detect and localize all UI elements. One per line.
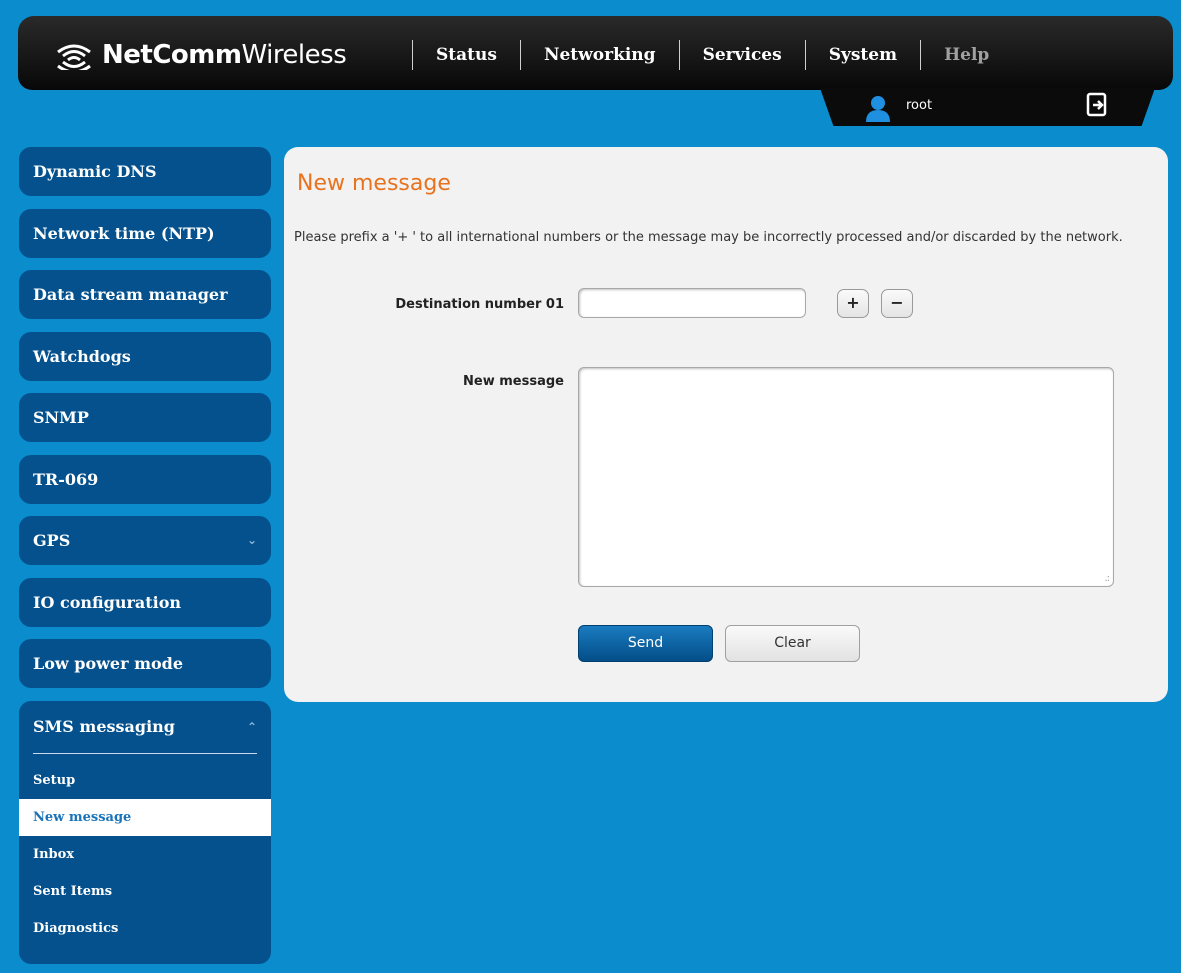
top-navigation-bar: NetComm Wireless Status Networking Servic…: [18, 16, 1173, 90]
logout-icon[interactable]: [1086, 92, 1110, 118]
page-title: New message: [297, 171, 451, 196]
sidebar-item-label: TR-069: [33, 469, 99, 489]
sidebar-item-gps[interactable]: GPS ⌄: [19, 516, 271, 565]
sidebar-item-network-time[interactable]: Network time (NTP): [19, 208, 271, 258]
international-number-note: Please prefix a '+ ' to all internationa…: [294, 230, 1123, 245]
sidebar-item-label: IO configuration: [33, 592, 182, 612]
brand-name-bold: NetComm: [102, 40, 242, 70]
sidebar-item-watchdogs[interactable]: Watchdogs: [19, 331, 271, 381]
main-panel: New message Please prefix a '+ ' to all …: [284, 147, 1168, 702]
wifi-logo-icon: [57, 44, 91, 70]
main-nav: Status Networking Services System Help: [412, 40, 1012, 70]
sidebar-subitem-new-message[interactable]: New message: [19, 798, 271, 836]
sidebar-item-io-configuration[interactable]: IO configuration: [19, 577, 271, 627]
sidebar-item-label: GPS: [33, 531, 71, 550]
sidebar-item-dynamic-dns[interactable]: Dynamic DNS: [19, 147, 271, 196]
user-bar: root: [820, 88, 1155, 126]
sidebar-item-label: SNMP: [33, 408, 89, 427]
netcomm-logo[interactable]: NetComm Wireless: [54, 38, 347, 72]
sidebar-group-sms-messaging: SMS messaging ⌃ Setup New message Inbox S…: [19, 700, 271, 964]
destination-number-input[interactable]: [578, 288, 806, 318]
nav-services[interactable]: Services: [680, 40, 805, 70]
sidebar-item-label: Network time (NTP): [33, 223, 215, 243]
username: root: [906, 98, 933, 113]
sidebar-item-low-power-mode[interactable]: Low power mode: [19, 639, 271, 688]
sidebar-subitem-inbox[interactable]: Inbox: [19, 836, 271, 873]
sidebar-item-label: Watchdogs: [33, 346, 131, 366]
nav-status[interactable]: Status: [413, 40, 520, 70]
sidebar-subitem-sent-items[interactable]: Sent Items: [19, 873, 271, 910]
sidebar-group-header[interactable]: SMS messaging ⌃: [19, 701, 271, 753]
nav-networking[interactable]: Networking: [521, 40, 679, 70]
sidebar: Dynamic DNS Network time (NTP) Data stre…: [19, 147, 271, 964]
nav-help[interactable]: Help: [921, 40, 1012, 70]
sidebar-group-label: SMS messaging: [33, 716, 175, 736]
sidebar-item-label: Low power mode: [33, 654, 184, 673]
sidebar-item-label: Dynamic DNS: [33, 162, 157, 181]
sidebar-item-snmp[interactable]: SNMP: [19, 393, 271, 442]
new-message-textarea[interactable]: .:: [578, 367, 1114, 587]
brand-name-light: Wireless: [241, 40, 347, 70]
clear-button[interactable]: Clear: [725, 625, 860, 662]
remove-destination-button[interactable]: −: [881, 289, 913, 318]
sidebar-item-tr069[interactable]: TR-069: [19, 454, 271, 504]
add-destination-button[interactable]: +: [837, 289, 869, 318]
destination-number-label: Destination number 01: [395, 297, 564, 312]
chevron-down-icon: ⌄: [246, 533, 257, 547]
send-button[interactable]: Send: [578, 625, 713, 662]
resize-grip-icon[interactable]: .:: [1104, 573, 1109, 584]
sidebar-subitem-diagnostics[interactable]: Diagnostics: [19, 910, 271, 947]
sidebar-item-label: Data stream manager: [33, 285, 228, 304]
user-icon: [866, 96, 890, 122]
sidebar-item-data-stream-manager[interactable]: Data stream manager: [19, 270, 271, 319]
sidebar-subitem-setup[interactable]: Setup: [19, 762, 271, 799]
nav-system[interactable]: System: [806, 40, 920, 70]
chevron-up-icon: ⌃: [246, 719, 257, 734]
new-message-label: New message: [463, 374, 564, 389]
